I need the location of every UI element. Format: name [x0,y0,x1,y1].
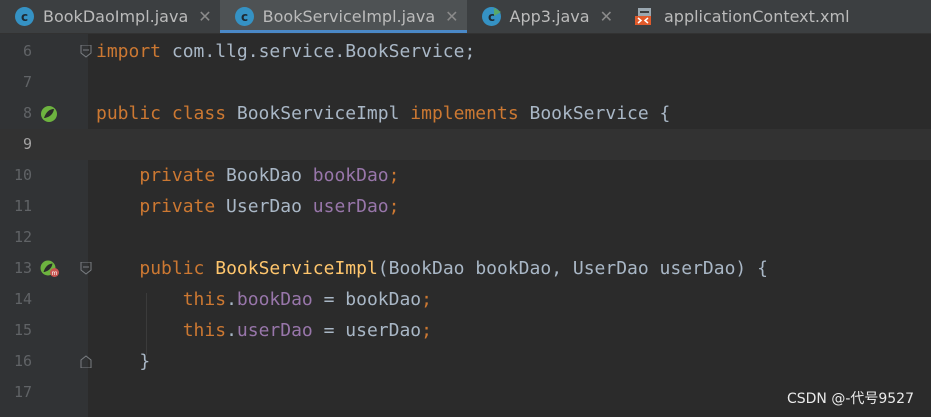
line-number: 16 [13,352,32,370]
code-line[interactable]: 10 private BookDao bookDao; [0,160,931,191]
line-number: 6 [22,42,32,60]
code-text: import com.llg.service.BookService; [96,41,476,62]
line-number: 11 [13,197,32,215]
line-number: 13 [13,259,32,277]
svg-text:m: m [52,270,58,277]
java-class-icon: c [234,7,254,26]
java-class-icon: c [15,7,34,26]
fold-icon[interactable] [80,262,92,275]
tab-bookserviceimpl[interactable]: c BookServiceImpl.java ✕ [219,0,467,33]
code-line[interactable]: 6 import com.llg.service.BookService; [0,36,931,67]
line-number: 14 [13,290,32,308]
code-line[interactable]: 11 private UserDao userDao; [0,191,931,222]
tab-label: BookServiceImpl.java [262,7,436,26]
line-number: 17 [13,383,32,401]
svg-text:c: c [487,10,494,24]
spring-autowired-icon[interactable]: m [40,260,60,278]
line-number: 15 [13,321,32,339]
code-line[interactable]: 13 m public BookServiceImpl(BookDao book… [0,253,931,284]
tab-applicationcontext[interactable]: applicationContext.xml [621,0,858,33]
code-text: this.bookDao = bookDao; [182,289,432,310]
code-line[interactable]: 12 [0,222,931,253]
svg-text:c: c [21,10,28,24]
code-line[interactable]: 14 this.bookDao = bookDao; [0,284,931,315]
line-number: 7 [22,73,32,91]
svg-text:c: c [241,10,248,24]
code-line[interactable]: 16 } [0,346,931,377]
code-text: private UserDao userDao; [139,196,400,217]
code-editor[interactable]: 6 import com.llg.service.BookService; 7 … [0,34,931,417]
line-number: 9 [22,135,32,153]
java-runnable-class-icon: c [481,7,501,26]
code-line[interactable]: 8 public class BookServiceImpl implement… [0,98,931,129]
editor-tab-bar: c BookDaoImpl.java ✕ c BookServiceImpl.j… [0,0,931,34]
watermark: CSDN @-代号9527 [786,391,914,407]
fold-icon[interactable] [80,45,92,58]
xml-file-icon [634,8,651,25]
code-text: } [96,351,151,372]
code-text: private BookDao bookDao; [139,165,400,186]
code-line-current[interactable]: 9 [0,129,931,160]
code-text: public class BookServiceImpl implements … [96,103,671,124]
code-text: this.userDao = userDao; [182,320,432,341]
close-icon[interactable]: ✕ [445,7,458,26]
line-number: 12 [13,228,32,246]
line-number: 10 [13,166,32,184]
tab-label: BookDaoImpl.java [43,7,189,26]
code-text: public BookServiceImpl(BookDao bookDao, … [139,258,768,279]
tab-label: applicationContext.xml [663,7,850,26]
code-line[interactable]: 7 [0,67,931,98]
tab-label: App3.java [509,7,590,26]
line-number: 8 [22,104,32,122]
close-icon[interactable]: ✕ [600,7,613,26]
spring-bean-icon[interactable] [40,105,58,123]
code-line[interactable]: 15 this.userDao = userDao; [0,315,931,346]
close-icon[interactable]: ✕ [198,7,211,26]
tab-bookdaoimpl[interactable]: c BookDaoImpl.java ✕ [0,0,220,33]
fold-end-icon[interactable] [80,355,92,368]
tab-app3[interactable]: c App3.java ✕ [467,0,621,33]
